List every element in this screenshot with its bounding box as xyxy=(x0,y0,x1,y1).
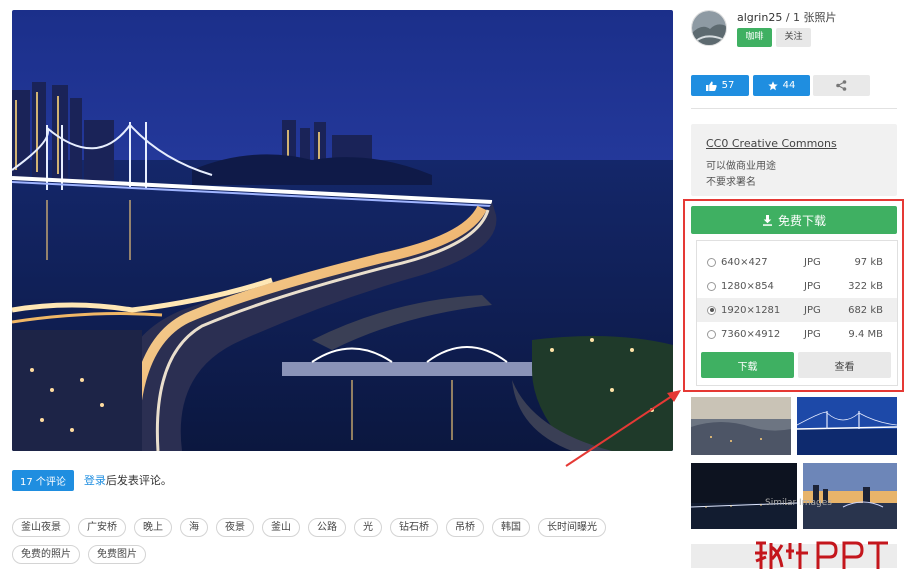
watermark-logo xyxy=(752,537,892,573)
thumb-sunset-city xyxy=(803,463,897,529)
tag-item[interactable]: 光 xyxy=(354,518,382,537)
share-icon xyxy=(836,80,847,91)
avatar-image xyxy=(692,11,726,45)
thumbs-up-icon xyxy=(705,81,717,91)
similar-thumbnail[interactable] xyxy=(797,397,897,455)
similar-thumbnail[interactable] xyxy=(803,463,897,529)
star-icon xyxy=(767,80,778,90)
tag-item[interactable]: 海 xyxy=(180,518,208,537)
tag-item[interactable]: 广安桥 xyxy=(78,518,126,537)
comment-row: 17 个评论 登录后发表评论。 xyxy=(12,469,172,491)
thumb-coast-dusk xyxy=(691,397,791,455)
tag-item[interactable]: 韩国 xyxy=(492,518,530,537)
tag-list: 釜山夜景 广安桥 晚上 海 夜景 釜山 公路 光 钻石桥 吊桥 韩国 长时间曝光… xyxy=(12,518,677,564)
coffee-button[interactable]: 咖啡 xyxy=(737,28,772,47)
favorite-count: 44 xyxy=(782,80,796,91)
tag-item[interactable]: 公路 xyxy=(308,518,346,537)
like-button[interactable]: 57 xyxy=(691,75,749,96)
tag-item[interactable]: 免费图片 xyxy=(88,545,146,564)
highlight-frame xyxy=(683,199,904,392)
pixabay-photo-page: 17 个评论 登录后发表评论。 釜山夜景 广安桥 晚上 海 夜景 釜山 公路 光… xyxy=(0,0,908,580)
tag-item[interactable]: 长时间曝光 xyxy=(538,518,606,537)
author-photo-count: / 1 张照片 xyxy=(782,11,837,24)
favorite-button[interactable]: 44 xyxy=(753,75,810,96)
tag-item[interactable]: 晚上 xyxy=(134,518,172,537)
share-button[interactable] xyxy=(813,75,870,96)
similar-thumbnail[interactable] xyxy=(691,463,797,529)
tag-item[interactable]: 釜山夜景 xyxy=(12,518,70,537)
watermark-graphic xyxy=(755,541,888,569)
thumb-bridge-blue xyxy=(797,397,897,455)
thumb-night-harbor xyxy=(691,463,797,529)
main-photo[interactable] xyxy=(12,10,673,451)
login-link[interactable]: 登录 xyxy=(84,474,106,487)
license-no-attribution: 不要求署名 xyxy=(706,177,756,188)
license-box: CC0 Creative Commons 可以做商业用途 不要求署名 xyxy=(691,124,897,196)
tag-item[interactable]: 钻石桥 xyxy=(390,518,438,537)
author-name[interactable]: algrin25 xyxy=(737,11,782,24)
divider xyxy=(691,108,897,109)
follow-button[interactable]: 关注 xyxy=(776,28,811,47)
login-prompt: 登录后发表评论。 xyxy=(84,472,172,488)
author-avatar[interactable] xyxy=(691,10,727,46)
tag-item[interactable]: 吊桥 xyxy=(446,518,484,537)
tag-item[interactable]: 免费的照片 xyxy=(12,545,80,564)
night-bridge-photo xyxy=(12,10,673,451)
tag-item[interactable]: 釜山 xyxy=(262,518,300,537)
similar-thumbnail[interactable] xyxy=(691,397,791,455)
author-line: algrin25 / 1 张照片 xyxy=(737,9,837,25)
similar-images-label: Similar Images xyxy=(765,498,832,508)
license-link[interactable]: CC0 Creative Commons xyxy=(706,137,837,150)
tag-item[interactable]: 夜景 xyxy=(216,518,254,537)
comments-count-button[interactable]: 17 个评论 xyxy=(12,469,74,491)
license-commercial-use: 可以做商业用途 xyxy=(706,161,776,172)
like-count: 57 xyxy=(721,80,735,91)
login-suffix: 后发表评论。 xyxy=(105,474,172,487)
